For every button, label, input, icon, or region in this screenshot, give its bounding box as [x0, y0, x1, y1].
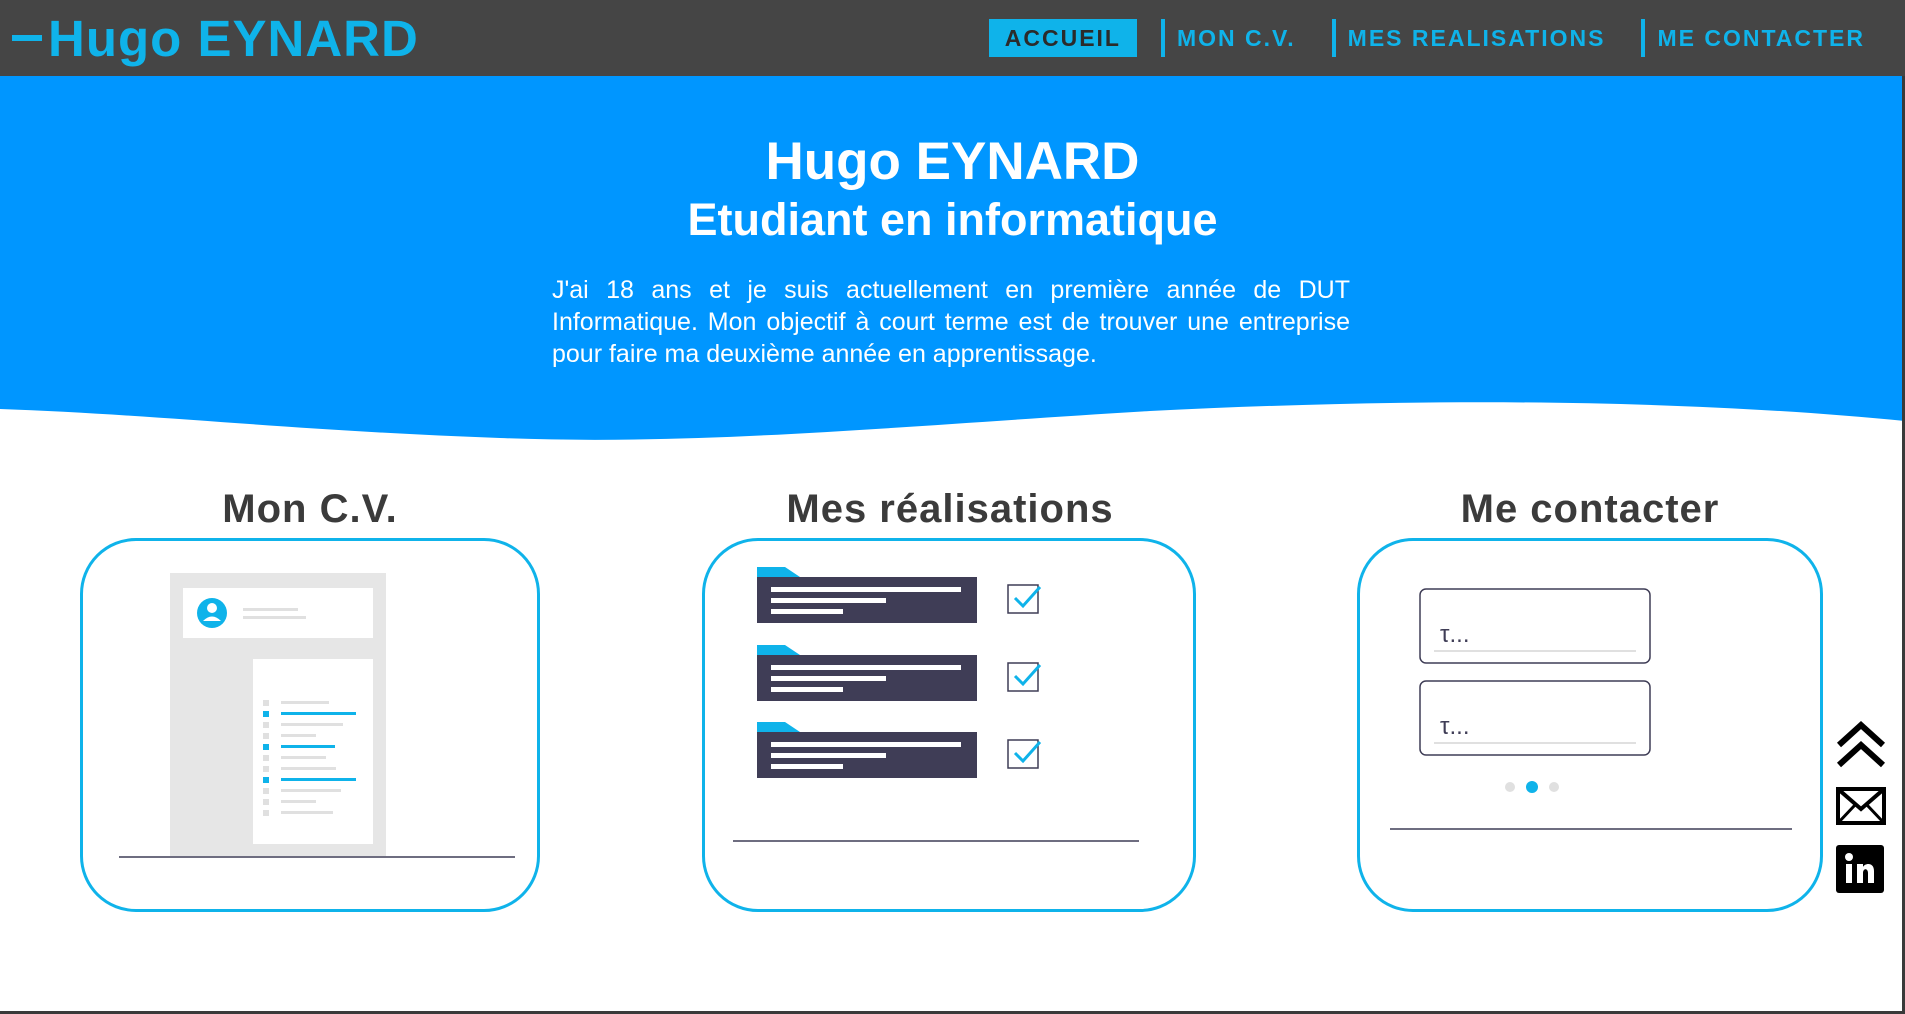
hero-description: J'ai 18 ans et je suis actuellement en p…	[552, 276, 1350, 368]
nav-item-contact[interactable]: ME CONTACTER	[1657, 19, 1865, 57]
realisations-illustration	[733, 567, 1139, 842]
card-cv[interactable]	[80, 538, 540, 912]
card-title-cv: Mon C.V.	[222, 487, 398, 531]
linkedin-button[interactable]	[1836, 845, 1884, 898]
mail-icon	[1836, 787, 1886, 825]
nav-separator	[1161, 19, 1165, 57]
card-realisations[interactable]	[702, 538, 1196, 912]
nav-separator	[1331, 19, 1336, 57]
contact-field-placeholder-2: τ...	[1440, 713, 1470, 740]
contact-field-placeholder-1: τ...	[1440, 621, 1470, 648]
card-contact[interactable]: τ... τ...	[1357, 538, 1823, 912]
hero-subtitle: Etudiant en informatique	[687, 194, 1218, 245]
scroll-top-button[interactable]	[1836, 720, 1886, 775]
site-logo[interactable]: Hugo EYNARD	[12, 8, 419, 68]
hero-name: Hugo EYNARD	[765, 132, 1140, 191]
main-nav: ACCUEIL MON C.V. MES REALISATIONS ME CON…	[988, 19, 1865, 57]
nav-item-cv[interactable]: MON C.V.	[1177, 19, 1296, 57]
cv-illustration	[119, 573, 515, 858]
top-navbar: Hugo EYNARD ACCUEIL MON C.V. MES REALISA…	[0, 0, 1905, 76]
card-title-realisations: Mes réalisations	[786, 487, 1114, 531]
linkedin-icon	[1836, 845, 1884, 893]
mail-button[interactable]	[1836, 787, 1886, 832]
nav-item-accueil[interactable]: ACCUEIL	[988, 19, 1137, 57]
card-title-contact: Me contacter	[1460, 487, 1720, 531]
logo-dash-icon	[12, 35, 42, 41]
hero-section: Hugo EYNARD Etudiant en informatique J'a…	[0, 76, 1905, 446]
nav-item-realisations[interactable]: MES REALISATIONS	[1348, 19, 1606, 57]
chevrons-up-icon	[1836, 720, 1886, 768]
nav-separator	[1641, 19, 1646, 57]
logo-text: Hugo EYNARD	[48, 9, 419, 67]
contact-illustration	[1390, 588, 1792, 830]
